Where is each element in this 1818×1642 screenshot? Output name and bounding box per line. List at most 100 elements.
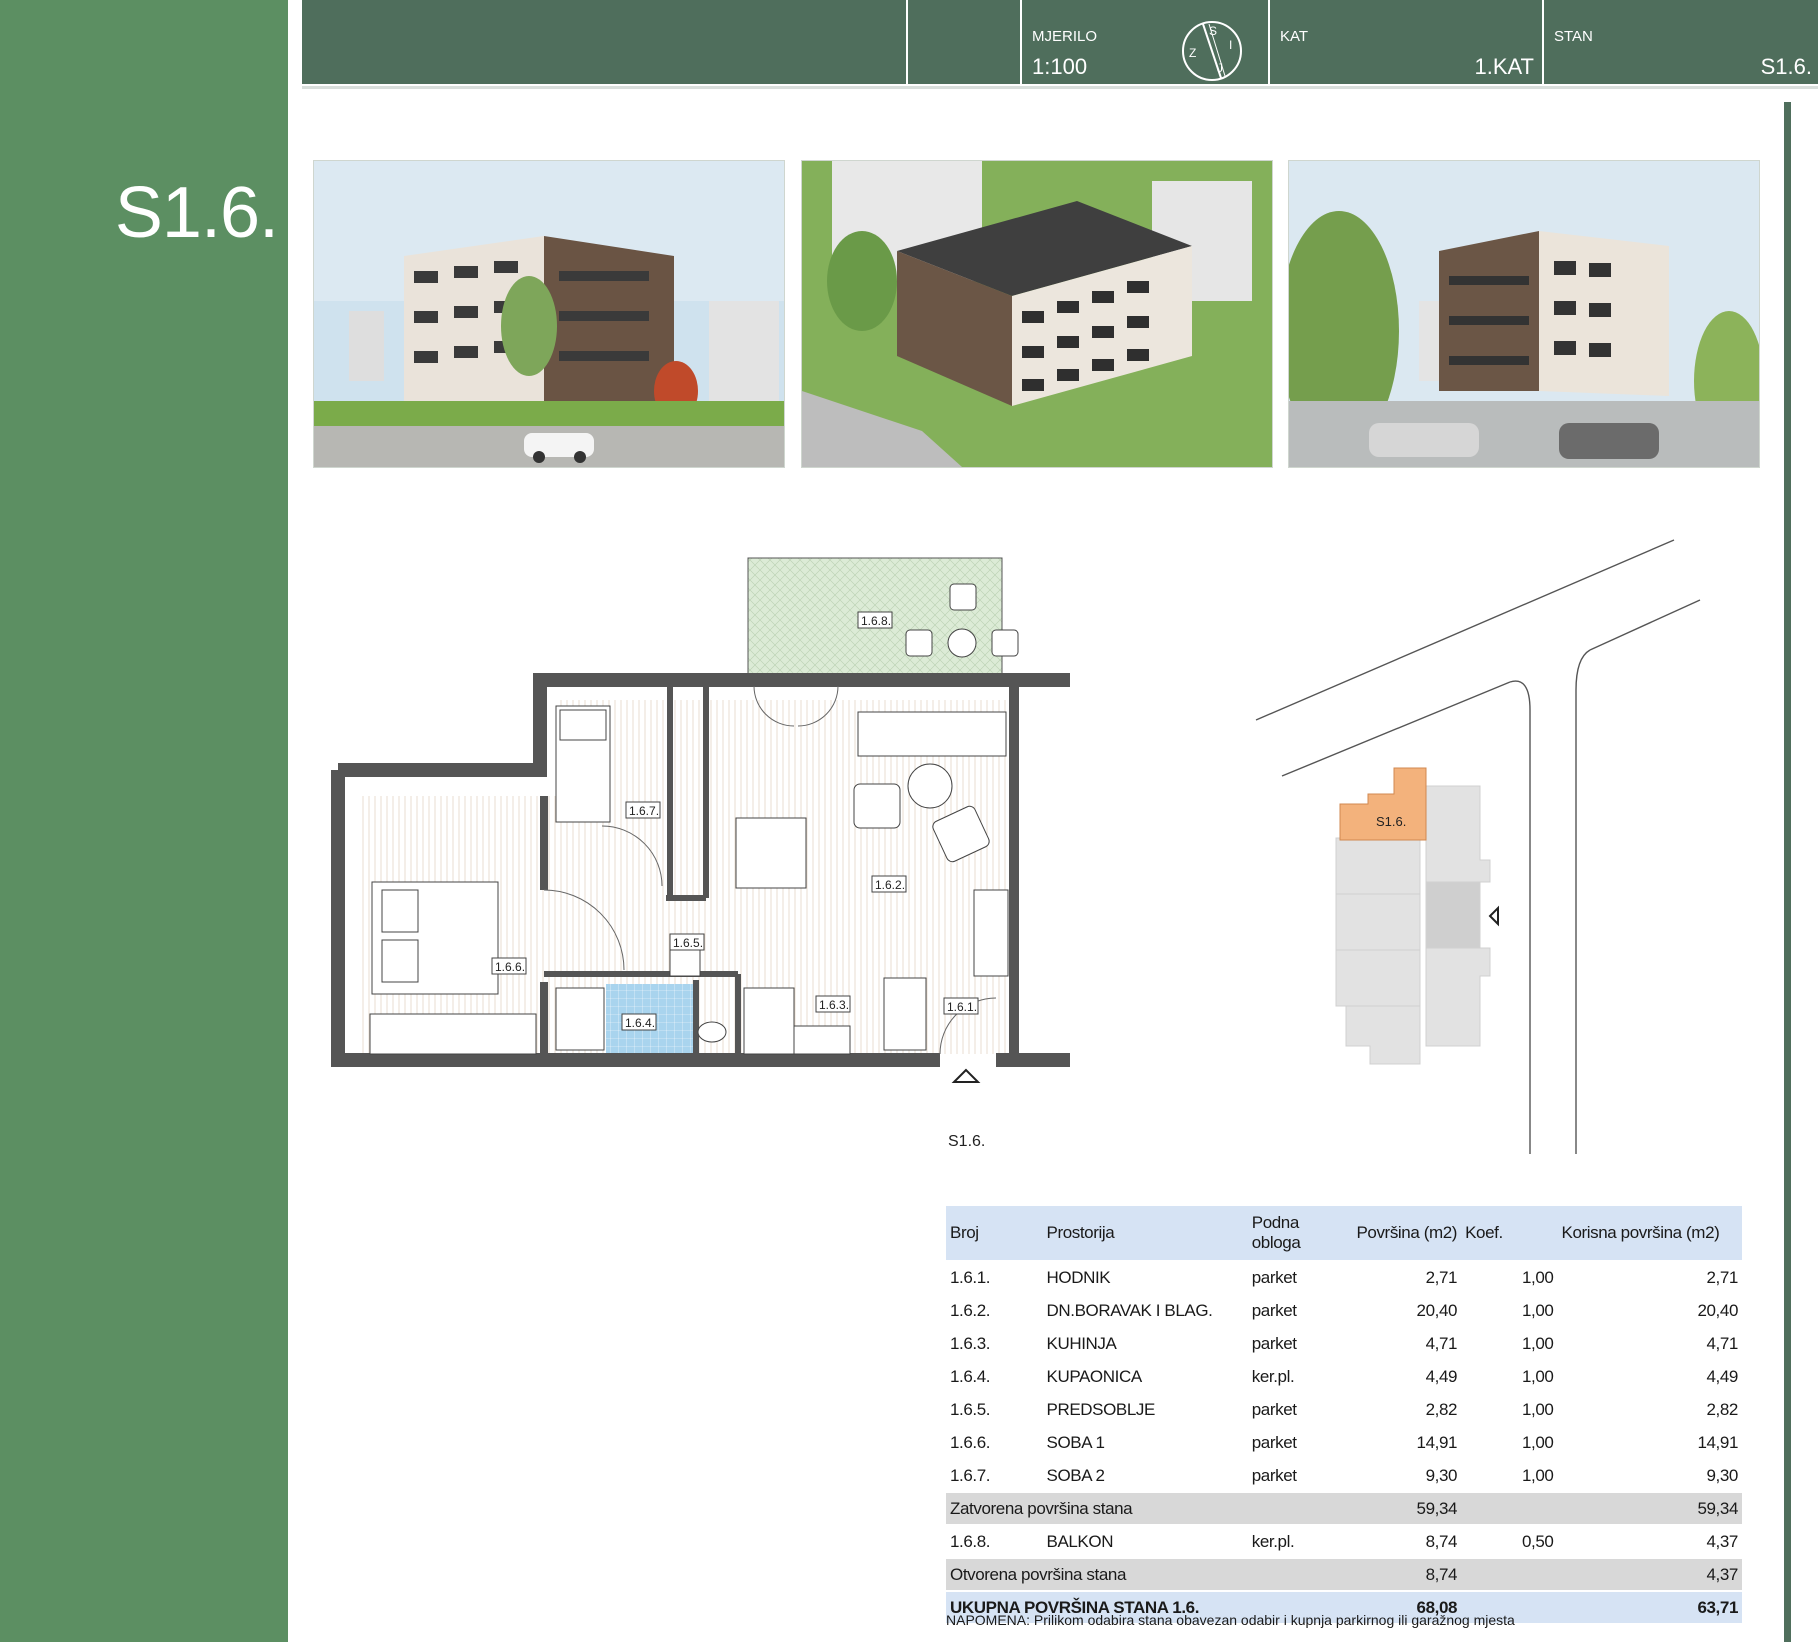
cell-povrsina: 2,82 xyxy=(1344,1393,1462,1427)
scale-value: 1:100 xyxy=(1032,54,1088,79)
compass-s: J xyxy=(1217,61,1223,75)
cell-obloga: ker.pl. xyxy=(1247,1360,1345,1394)
rendering-photo-3 xyxy=(1288,160,1760,468)
col-prostorija: Prostorija xyxy=(1042,1206,1248,1262)
scale-label: MJERILO xyxy=(1032,28,1098,45)
unit-cell: STAN S1.6. xyxy=(1542,0,1818,86)
col-povrsina: Površina (m2) xyxy=(1344,1206,1462,1262)
cell-broj: 1.6.4. xyxy=(946,1360,1043,1394)
cell-povrsina: 4,49 xyxy=(1344,1360,1462,1394)
rendering-photo-1 xyxy=(313,160,785,468)
closed-area-label: Zatvorena površina stana xyxy=(946,1492,1345,1526)
cell-broj: 1.6.7. xyxy=(946,1459,1043,1493)
cell-obloga: parket xyxy=(1247,1459,1345,1493)
room-label-161: 1.6.1. xyxy=(947,1000,977,1014)
cell-prostorija: HODNIK xyxy=(1042,1261,1248,1295)
cell-koef: 1,00 xyxy=(1461,1261,1558,1295)
cell-koef: 1,00 xyxy=(1461,1393,1558,1427)
table-row: 1.6.7. SOBA 2 parket 9,30 1,00 9,30 xyxy=(946,1459,1742,1493)
room-label-168: 1.6.8. xyxy=(861,614,891,628)
compass-e: I xyxy=(1229,38,1232,52)
col-podna-obloga: Podna obloga xyxy=(1247,1206,1345,1262)
compass-icon: S I J Z xyxy=(1182,21,1242,81)
cell-obloga: parket xyxy=(1247,1294,1345,1328)
open-area-row: Otvorena površina stana 8,74 4,37 xyxy=(946,1558,1742,1592)
sidebar: S1.6. xyxy=(0,0,288,1642)
cell-korisna: 4,37 xyxy=(1557,1525,1742,1559)
cell-broj: 1.6.6. xyxy=(946,1426,1043,1460)
floor-cell: KAT 1.KAT xyxy=(1268,0,1544,86)
floor-value: 1.KAT xyxy=(1474,54,1534,79)
cell-broj: 1.6.1. xyxy=(946,1261,1043,1295)
purchase-note: NAPOMENA: Prilikom odabira stana obaveza… xyxy=(946,1612,1515,1628)
cell-koef: 1,00 xyxy=(1461,1459,1558,1493)
cell-obloga: parket xyxy=(1247,1426,1345,1460)
floor-plan: 1.6.1. 1.6.2. 1.6.3. 1.6.4. 1.6.5. 1.6.6… xyxy=(331,557,1070,1150)
room-label-162: 1.6.2. xyxy=(875,878,905,892)
col-korisna: Korisna površina (m2) xyxy=(1557,1206,1742,1262)
compass-w: Z xyxy=(1189,46,1196,60)
cell-korisna: 14,91 xyxy=(1557,1426,1742,1460)
cell-prostorija: KUHINJA xyxy=(1042,1327,1248,1361)
cell-povrsina: 8,74 xyxy=(1344,1525,1462,1559)
closed-useful-value: 59,34 xyxy=(1557,1492,1742,1526)
table-row: 1.6.3. KUHINJA parket 4,71 1,00 4,71 xyxy=(946,1327,1742,1361)
header-bar: MJERILO 1:100 KAT 1.KAT STAN S1.6. xyxy=(302,0,1818,89)
cell-obloga: parket xyxy=(1247,1327,1345,1361)
cell-korisna: 4,49 xyxy=(1557,1360,1742,1394)
cell-koef: 1,00 xyxy=(1461,1294,1558,1328)
cell-prostorija: KUPAONICA xyxy=(1042,1360,1248,1394)
site-plan: S1.6. xyxy=(1255,539,1701,1154)
cell-povrsina: 9,30 xyxy=(1344,1459,1462,1493)
col-broj: Broj xyxy=(946,1206,1043,1262)
side-rule xyxy=(1784,102,1791,1642)
entrance-label: S1.6. xyxy=(948,1133,985,1150)
cell-broj: 1.6.5. xyxy=(946,1393,1043,1427)
closed-area-row: Zatvorena površina stana 59,34 59,34 xyxy=(946,1492,1742,1526)
open-area-value: 8,74 xyxy=(1344,1558,1462,1592)
unit-value: S1.6. xyxy=(1760,54,1812,79)
site-unit-label: S1.6. xyxy=(1376,814,1406,829)
cell-obloga: ker.pl. xyxy=(1247,1525,1345,1559)
cell-koef: 1,00 xyxy=(1461,1360,1558,1394)
room-label-164: 1.6.4. xyxy=(625,1016,655,1030)
area-table: Broj Prostorija Podna obloga Površina (m… xyxy=(946,1206,1742,1625)
cell-koef: 1,00 xyxy=(1461,1327,1558,1361)
table-row: 1.6.5. PREDSOBLJE parket 2,82 1,00 2,82 xyxy=(946,1393,1742,1427)
room-label-165: 1.6.5. xyxy=(673,936,703,950)
cell-broj: 1.6.3. xyxy=(946,1327,1043,1361)
cell-koef: 0,50 xyxy=(1461,1525,1558,1559)
table-row: 1.6.6. SOBA 1 parket 14,91 1,00 14,91 xyxy=(946,1426,1742,1460)
cell-broj: 1.6.8. xyxy=(946,1525,1043,1559)
table-row: 1.6.2. DN.BORAVAK I BLAG. parket 20,40 1… xyxy=(946,1294,1742,1328)
cell-povrsina: 14,91 xyxy=(1344,1426,1462,1460)
table-row: 1.6.4. KUPAONICA ker.pl. 4,49 1,00 4,49 xyxy=(946,1360,1742,1394)
cell-korisna: 9,30 xyxy=(1557,1459,1742,1493)
room-label-167: 1.6.7. xyxy=(629,804,659,818)
cell-korisna: 2,71 xyxy=(1557,1261,1742,1295)
table-row: 1.6.1. HODNIK parket 2,71 1,00 2,71 xyxy=(946,1261,1742,1295)
cell-prostorija: SOBA 2 xyxy=(1042,1459,1248,1493)
col-koef: Koef. xyxy=(1461,1206,1558,1262)
open-area-label: Otvorena površina stana xyxy=(946,1558,1345,1592)
cell-korisna: 20,40 xyxy=(1557,1294,1742,1328)
cell-obloga: parket xyxy=(1247,1393,1345,1427)
total-useful-value: 63,71 xyxy=(1557,1591,1742,1625)
room-label-163: 1.6.3. xyxy=(819,998,849,1012)
cell-korisna: 4,71 xyxy=(1557,1327,1742,1361)
cell-povrsina: 4,71 xyxy=(1344,1327,1462,1361)
rendering-photo-2 xyxy=(801,160,1273,468)
room-label-166: 1.6.6. xyxy=(495,960,525,974)
closed-area-value: 59,34 xyxy=(1344,1492,1462,1526)
cell-prostorija: SOBA 1 xyxy=(1042,1426,1248,1460)
header-underline xyxy=(302,84,1818,86)
balcony-row: 1.6.8. BALKON ker.pl. 8,74 0,50 4,37 xyxy=(946,1525,1742,1559)
unit-label: STAN xyxy=(1554,28,1593,45)
compass-n: S xyxy=(1209,24,1217,38)
area-table-header: Broj Prostorija Podna obloga Površina (m… xyxy=(946,1206,1742,1262)
cell-broj: 1.6.2. xyxy=(946,1294,1043,1328)
header-divider xyxy=(906,0,908,86)
open-useful-value: 4,37 xyxy=(1557,1558,1742,1592)
cell-prostorija: BALKON xyxy=(1042,1525,1248,1559)
cell-povrsina: 20,40 xyxy=(1344,1294,1462,1328)
